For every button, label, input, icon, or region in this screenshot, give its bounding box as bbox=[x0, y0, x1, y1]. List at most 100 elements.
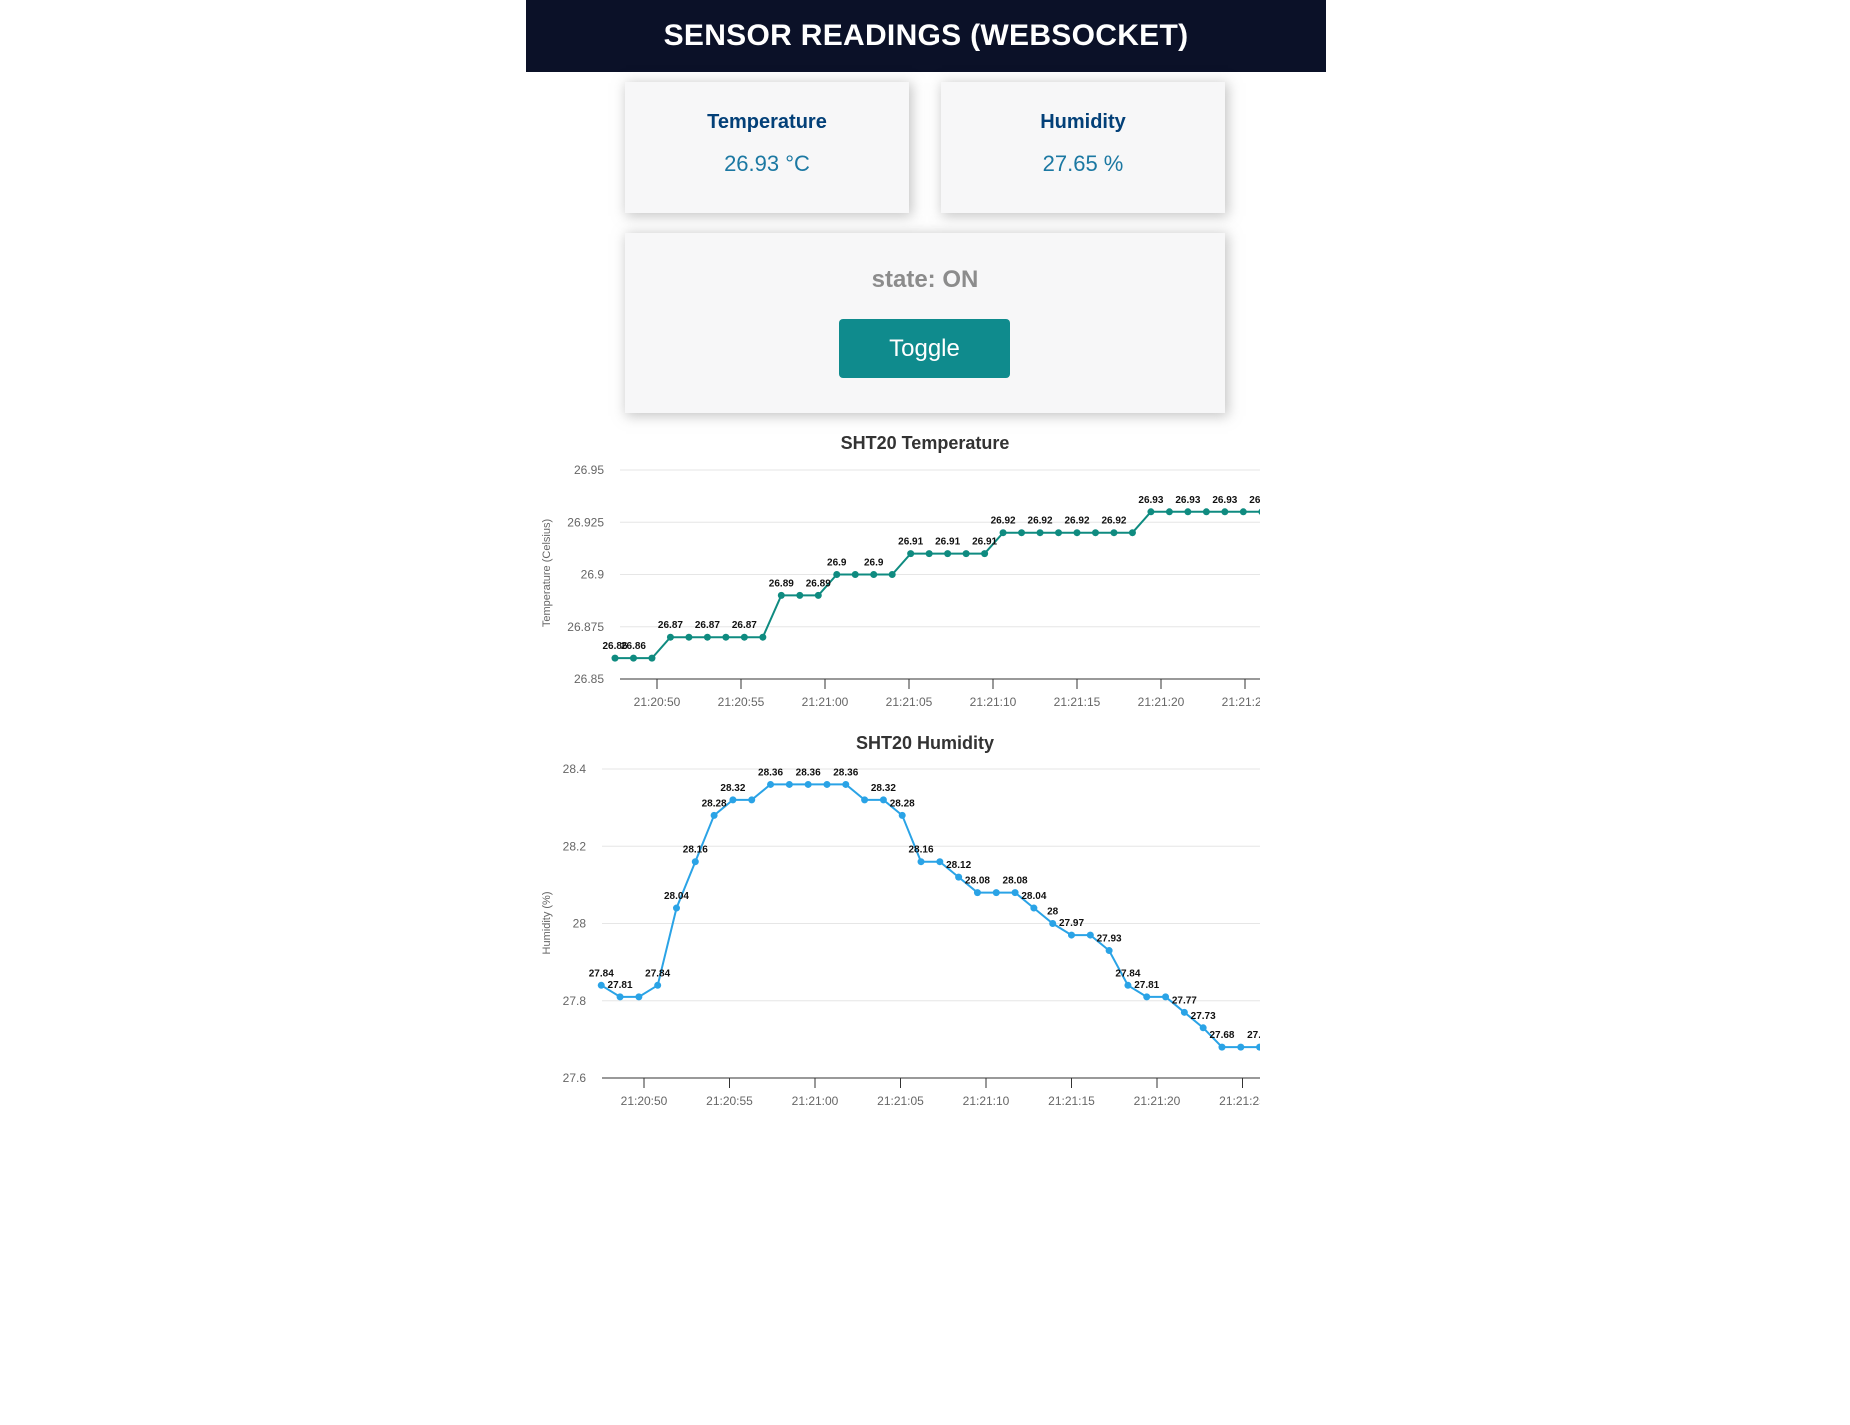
data-label: 27.68 bbox=[1247, 1030, 1260, 1041]
data-point bbox=[1091, 529, 1099, 537]
data-label: 28.04 bbox=[1021, 891, 1046, 902]
data-label: 26.92 bbox=[1064, 516, 1089, 527]
data-label: 27.77 bbox=[1172, 995, 1197, 1006]
data-point bbox=[851, 571, 859, 578]
data-label: 28.36 bbox=[796, 767, 821, 778]
data-point bbox=[973, 889, 981, 897]
y-tick-label: 28 bbox=[573, 917, 587, 931]
data-point bbox=[879, 796, 887, 804]
data-point bbox=[729, 796, 737, 804]
data-point bbox=[1018, 529, 1026, 537]
data-point bbox=[785, 780, 793, 788]
data-point bbox=[654, 981, 662, 989]
data-label: 28.16 bbox=[909, 845, 934, 856]
data-label: 27.84 bbox=[589, 968, 614, 979]
data-point bbox=[722, 633, 730, 641]
y-tick-label: 26.925 bbox=[567, 515, 604, 529]
x-tick-label: 21:20:55 bbox=[706, 1094, 753, 1108]
data-point bbox=[981, 550, 989, 558]
data-point bbox=[1165, 508, 1173, 516]
y-tick-label: 28.4 bbox=[563, 762, 587, 776]
data-point bbox=[992, 889, 1000, 897]
data-label: 27.81 bbox=[608, 980, 633, 991]
data-point bbox=[1239, 508, 1247, 516]
data-label: 28.28 bbox=[702, 798, 727, 809]
data-label: 28.32 bbox=[720, 783, 745, 794]
data-point bbox=[1199, 1024, 1207, 1032]
data-point bbox=[842, 780, 850, 788]
y-tick-label: 28.2 bbox=[563, 839, 587, 853]
data-label: 26.89 bbox=[769, 578, 794, 589]
data-point bbox=[635, 993, 643, 1001]
data-label: 27.93 bbox=[1097, 934, 1122, 945]
data-label: 28.36 bbox=[758, 767, 783, 778]
data-label: 28.04 bbox=[664, 891, 689, 902]
data-label: 26.92 bbox=[991, 516, 1016, 527]
data-point bbox=[814, 591, 822, 599]
data-label: 28 bbox=[1047, 907, 1059, 918]
data-label: 26.9 bbox=[864, 558, 884, 569]
data-point bbox=[944, 550, 952, 558]
data-label: 26.93 bbox=[1212, 495, 1237, 506]
data-point bbox=[616, 993, 624, 1001]
y-tick-label: 27.8 bbox=[563, 994, 587, 1008]
data-point bbox=[1110, 529, 1118, 537]
y-axis-label: Temperature (Celsius) bbox=[541, 519, 553, 627]
data-point bbox=[1221, 508, 1229, 516]
x-tick-label: 21:21:00 bbox=[802, 695, 849, 709]
data-label: 28.08 bbox=[1003, 876, 1028, 887]
toggle-button[interactable]: Toggle bbox=[839, 319, 1010, 378]
data-point bbox=[1124, 981, 1132, 989]
data-point bbox=[666, 633, 674, 641]
data-point bbox=[833, 571, 841, 578]
temperature-chart: SHT20 Temperature 26.95 26.925 26.9 26.875 26… bbox=[541, 433, 1260, 709]
x-tick-label: 21:20:50 bbox=[634, 695, 681, 709]
data-label: 26.87 bbox=[732, 620, 757, 631]
chart-title: SHT20 Temperature bbox=[841, 433, 1010, 453]
series-line bbox=[615, 510, 1260, 660]
data-label: 27.97 bbox=[1059, 918, 1084, 929]
y-tick-label: 26.95 bbox=[574, 463, 604, 477]
data-point bbox=[672, 904, 680, 912]
data-label: 28.08 bbox=[965, 876, 990, 887]
data-point bbox=[1105, 947, 1113, 955]
data-label: 27.73 bbox=[1191, 1011, 1216, 1022]
data-point bbox=[611, 654, 619, 662]
y-tick-label: 26.875 bbox=[567, 620, 604, 634]
data-point bbox=[740, 633, 748, 641]
data-label: 26.92 bbox=[1101, 516, 1126, 527]
top-nav: SENSOR READINGS (WEBSOCKET) bbox=[526, 0, 1326, 72]
x-tick-label: 21:21:05 bbox=[877, 1094, 924, 1108]
data-point bbox=[685, 633, 693, 641]
data-label: 27.84 bbox=[1115, 968, 1140, 979]
x-tick-label: 21:21:20 bbox=[1138, 695, 1185, 709]
data-label: 26.93 bbox=[1138, 495, 1163, 506]
data-label: 28.36 bbox=[833, 767, 858, 778]
data-point bbox=[767, 780, 775, 788]
y-axis-label: Humidity (%) bbox=[541, 892, 553, 955]
data-point bbox=[1030, 904, 1038, 912]
data-point bbox=[1180, 1008, 1188, 1016]
data-point bbox=[691, 858, 699, 866]
data-point bbox=[1256, 1043, 1260, 1051]
humidity-value: 27.65 % bbox=[1042, 151, 1124, 176]
data-label: 28.28 bbox=[890, 798, 915, 809]
data-point bbox=[870, 571, 878, 578]
data-point bbox=[1143, 993, 1151, 1001]
data-point bbox=[648, 654, 656, 662]
data-label: 26.91 bbox=[898, 537, 923, 548]
data-label: 26.87 bbox=[658, 620, 683, 631]
data-point bbox=[1068, 931, 1075, 939]
data-label: 27.68 bbox=[1209, 1030, 1234, 1041]
x-tick-label: 21:21:25 bbox=[1219, 1094, 1260, 1108]
data-point bbox=[1147, 508, 1155, 516]
data-label: 28.12 bbox=[946, 860, 971, 871]
data-label: 26.93 bbox=[1249, 495, 1260, 506]
x-tick-label: 21:21:25 bbox=[1222, 695, 1260, 709]
data-label: 26.92 bbox=[1028, 516, 1053, 527]
temperature-card: Temperature 26.93 °C bbox=[625, 82, 909, 213]
data-label: 26.93 bbox=[1175, 495, 1200, 506]
data-point bbox=[777, 591, 785, 599]
data-label: 27.81 bbox=[1134, 980, 1159, 991]
data-point bbox=[1011, 889, 1019, 897]
